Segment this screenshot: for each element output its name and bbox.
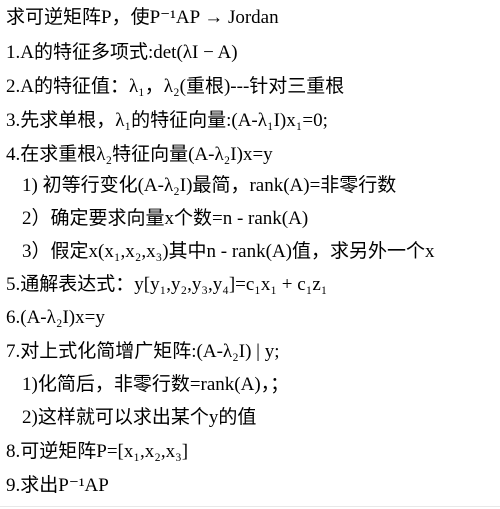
- doc-line-7: 2）确定要求向量x个数=n - rank(A): [22, 208, 309, 229]
- document-page: 求可逆矩阵P，使P⁻¹AP → Jordan 1.A的特征多项式:det(λI …: [0, 0, 500, 509]
- doc-line-11: 7.对上式化简增广矩阵:(A-λ₂I) | y;: [6, 341, 280, 362]
- doc-line-14: 8.可逆矩阵P=[x₁,x₂,x₃]: [6, 441, 189, 462]
- doc-line-1: 求可逆矩阵P，使P⁻¹AP → Jordan: [6, 7, 279, 28]
- doc-line-12: 1)化简后，非零行数=rank(A)，；: [22, 374, 290, 395]
- doc-line-2: 1.A的特征多项式:det(λI − A): [6, 42, 238, 63]
- doc-line-4: 3.先求单根，λ₁的特征向量:(A-λ₁I)x₁=0;: [6, 110, 328, 131]
- doc-line-13: 2)这样就可以求出某个y的值: [22, 407, 257, 428]
- doc-line-5: 4.在求重根λ₂特征向量(A-λ₂I)x=y: [6, 144, 273, 165]
- doc-line-15: 9.求出P⁻¹AP: [6, 475, 109, 496]
- doc-line-9: 5.通解表达式：y[y₁,y₂,y₃,y₄]=c₁x₁ + c₁z₁: [6, 274, 328, 295]
- doc-line-8: 3）假定x(x₁,x₂,x₃)其中n - rank(A)值，求另外一个x: [22, 241, 435, 262]
- doc-line-6: 1) 初等行变化(A-λ₂I)最简，rank(A)=非零行数: [22, 175, 397, 196]
- doc-line-10: 6.(A-λ₂I)x=y: [6, 307, 105, 328]
- bottom-divider: [0, 506, 500, 507]
- doc-line-3: 2.A的特征值：λ₁，λ₂(重根)---针对三重根: [6, 76, 345, 97]
